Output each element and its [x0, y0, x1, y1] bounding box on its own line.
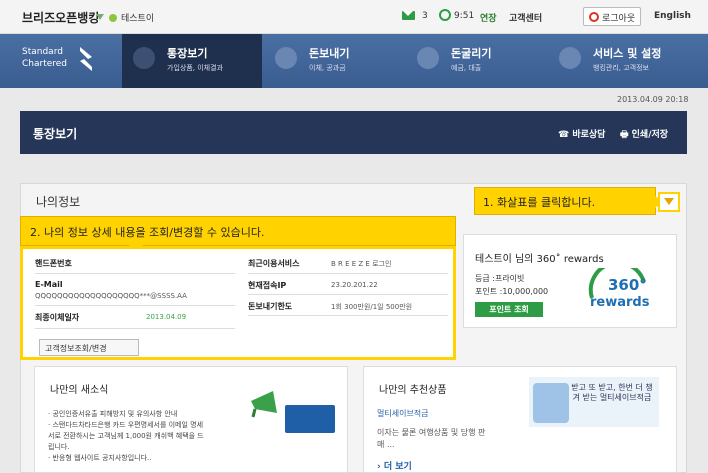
rewards-points: 포인트 :10,000,000 — [475, 287, 549, 296]
chevron-down-icon — [664, 198, 674, 205]
rewards-panel: 테스트이 님의 360˚ rewards 등급 :프라이빗 포인트 :10,00… — [463, 234, 677, 328]
logout-button[interactable]: 로그아웃 — [583, 7, 641, 26]
gear-icon — [559, 47, 581, 69]
recommend-banner[interactable]: 받고 또 받고, 한번 더 챙겨 받는 멀티세이브적금 — [529, 377, 659, 427]
news-title: 나만의 새소식 — [50, 385, 109, 396]
nav-title: 서비스 및 설정 — [593, 47, 662, 60]
counsel-link[interactable]: ☎ 바로상담 — [558, 127, 605, 140]
mail-count: 3 — [422, 11, 428, 21]
ip-label: 현재접속IP — [248, 281, 287, 290]
user-menu-icon[interactable] — [96, 14, 104, 20]
print-link[interactable]: 🖶 인쇄/저장 — [620, 127, 668, 143]
nav-tab-settings[interactable]: 서비스 및 설정 뱅킹관리, 고객정보 — [548, 34, 698, 88]
refresh-icon — [417, 47, 439, 69]
my-info-title: 나의정보 — [36, 195, 81, 209]
recommend-description: 이자는 물론 여행상품 및 당행 판매 ... — [377, 428, 486, 449]
standard-chartered-logo[interactable]: Standard Chartered — [22, 43, 102, 77]
last-transfer-value: 2013.04.09 — [146, 313, 187, 321]
transfer-icon — [275, 47, 297, 69]
counsel-label: 바로상담 — [572, 130, 606, 140]
logo-line1: Standard — [22, 47, 63, 57]
rewards-grade: 등급 :프라이빗 — [475, 274, 525, 283]
rewards-title: 테스트이 님의 360˚ rewards — [475, 254, 604, 265]
rewards-logo-number: 360° — [608, 276, 647, 294]
power-icon — [589, 12, 599, 22]
callout-step2: 2. 나의 정보 상세 내용을 조회/변경할 수 있습니다. — [20, 216, 456, 254]
recent-service-label: 최근이용서비스 — [248, 259, 300, 268]
limit-value: 1회 300만원/1일 500만원 — [331, 303, 413, 311]
divider — [35, 328, 235, 329]
limit-label: 돈보내기한도 — [248, 302, 293, 311]
nav-title: 통장보기 — [167, 47, 208, 60]
points-inquiry-button[interactable]: 포인트 조회 — [475, 302, 543, 317]
phone-label: 핸드폰번호 — [35, 259, 72, 268]
news-item[interactable]: 서로 전환하시는 고객님께 1,000원 캐쉬백 혜택을 드 — [48, 431, 204, 442]
news-card: 나만의 새소식 · 공인인증서유출 피해방지 및 유의사항 안내 · 스탠다드차… — [34, 366, 348, 473]
divider — [248, 294, 448, 295]
current-datetime: 2013.04.09 20:18 — [617, 95, 689, 104]
brand-name[interactable]: 브리즈오픈뱅킹 — [22, 9, 99, 26]
megaphone-icon — [251, 391, 277, 418]
nav-sub: 이체, 공과금 — [309, 64, 346, 72]
english-link[interactable]: English — [654, 11, 691, 21]
nav-sub: 예금, 대출 — [451, 64, 482, 72]
banner-text: 받고 또 받고, 한번 더 챙겨 받는 멀티세이브적금 — [571, 383, 653, 402]
my-info-details: 핸드폰번호 E-Mail QQQQQQQQQQQQQQQQQQQ***@SSSS… — [20, 246, 456, 360]
news-item[interactable]: 립니다. — [48, 442, 204, 453]
logo-mark-icon — [80, 47, 92, 71]
recommend-card: 나만의 추천상품 멀티세이브적금 이자는 물론 여행상품 및 당행 판매 ...… — [363, 366, 677, 473]
print-label: 인쇄/저장 — [631, 130, 669, 140]
email-value: QQQQQQQQQQQQQQQQQQQ***@SSSS.AA — [35, 292, 187, 300]
session-time: 9:51 — [454, 11, 475, 21]
logout-label: 로그아웃 — [602, 14, 636, 24]
clock-icon — [439, 9, 451, 21]
recommend-title: 나만의 추천상품 — [379, 385, 447, 396]
last-transfer-label: 최종이체일자 — [35, 313, 80, 322]
nav-title: 돈보내기 — [309, 47, 350, 60]
expand-arrow-button[interactable] — [658, 192, 680, 212]
rewards-360-logo-icon: 360° rewards — [588, 268, 650, 310]
logo-line2: Chartered — [22, 59, 68, 69]
nav-tab-invest[interactable]: 돈굴리기 예금, 대출 — [406, 34, 546, 88]
edit-customer-info-button[interactable]: 고객정보조회/변경 — [39, 339, 139, 356]
page-title: 통장보기 — [33, 127, 78, 141]
divider — [35, 273, 235, 274]
user-icon — [109, 14, 117, 22]
nav-sub: 뱅킹관리, 고객정보 — [593, 64, 649, 72]
eye-icon — [133, 47, 155, 69]
banner-photo — [533, 383, 569, 423]
divider — [248, 273, 448, 274]
news-item[interactable]: · 공인인증서유출 피해방지 및 유의사항 안내 — [48, 409, 204, 420]
nav-title: 돈굴리기 — [451, 47, 492, 60]
email-label: E-Mail — [35, 280, 63, 289]
divider — [35, 305, 235, 306]
user-name[interactable]: 테스트이 — [109, 11, 154, 24]
nav-sub: 가입상품, 이체결과 — [167, 64, 223, 72]
divider — [248, 315, 448, 316]
rewards-logo-word: rewards — [590, 295, 650, 310]
callout-step1: 1. 화살표를 클릭합니다. — [474, 187, 663, 215]
user-label: 테스트이 — [121, 14, 155, 24]
more-link[interactable]: › 더 보기 — [377, 459, 412, 472]
nav-tab-transfer[interactable]: 돈보내기 이체, 공과금 — [264, 34, 404, 88]
news-item[interactable]: · 스탠다드차타드은행 카드 우편명세서를 이메일 명세 — [48, 420, 204, 431]
nav-tab-account[interactable]: 통장보기 가입상품, 이체결과 — [122, 34, 262, 88]
recommend-product-link[interactable]: 멀티세이브적금 — [377, 408, 429, 419]
news-item[interactable]: · 반응형 웹사이트 공지사항입니다.. — [48, 453, 204, 464]
ip-value: 23.20.201.22 — [331, 281, 378, 289]
page-title-bar: 통장보기 ☎ 바로상담 🖶 인쇄/저장 — [20, 111, 687, 154]
customer-center-link[interactable]: 고객센터 — [509, 11, 542, 24]
mail-icon[interactable] — [402, 11, 415, 20]
recent-service-value: B R E E Z E 로그인 — [331, 260, 392, 268]
sc-card-image — [285, 405, 335, 433]
extend-session-link[interactable]: 연장 — [480, 11, 497, 24]
